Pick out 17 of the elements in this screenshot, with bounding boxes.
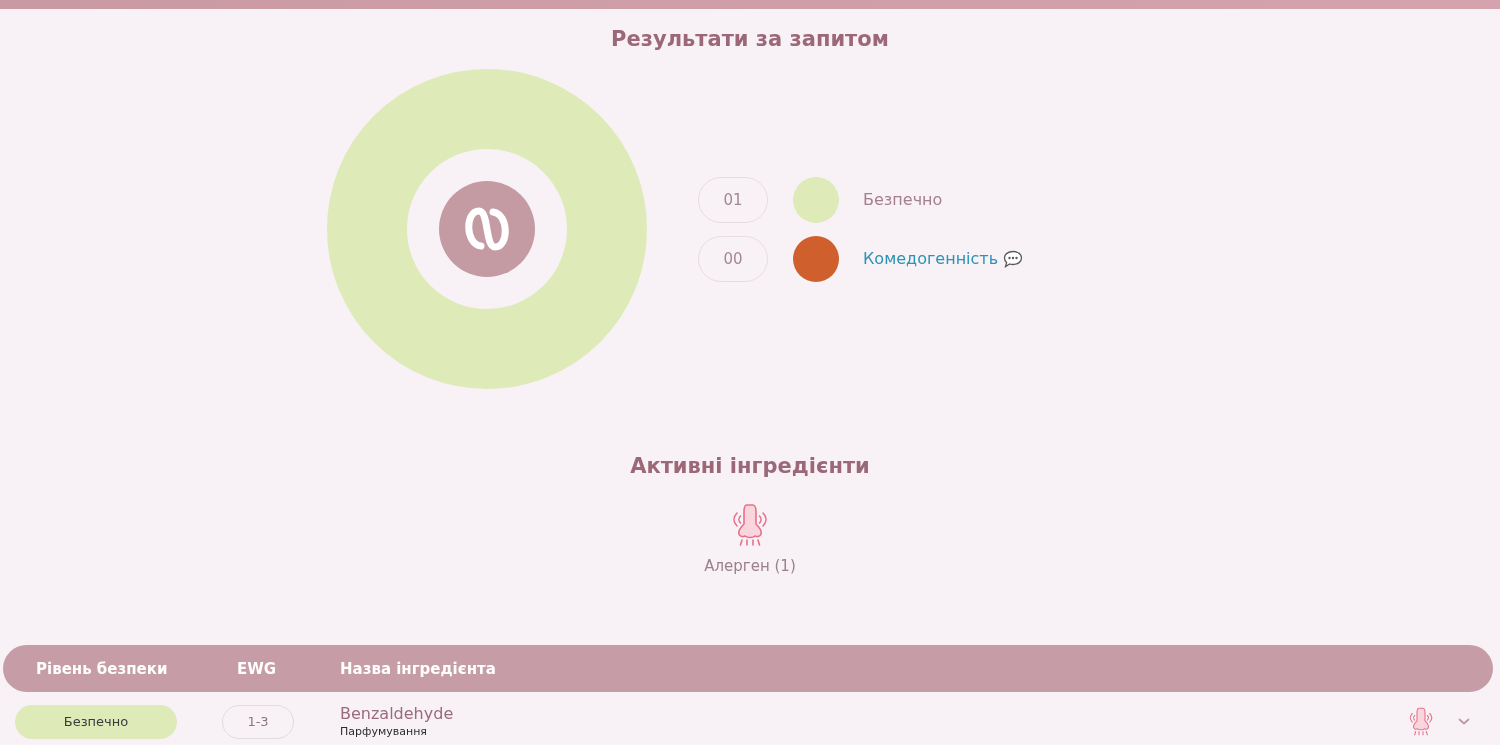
chevron-icon[interactable]	[1458, 718, 1470, 725]
column-header: EWG	[237, 659, 277, 678]
column-header: Назва інгредієнта	[340, 659, 496, 678]
legend-label: Безпечно	[863, 190, 943, 209]
column-header: Рівень безпеки	[36, 659, 168, 678]
ingredient-name: Benzaldehyde	[340, 704, 455, 724]
nose-icon	[732, 502, 768, 548]
count-pill: 01	[698, 176, 768, 223]
ingredient-function: Парфумування	[340, 724, 428, 739]
section-title: Активні інгредієнти	[629, 453, 871, 480]
active-ingredient-label: Алерген (1)	[704, 556, 796, 576]
results-title: Результати за запитом	[610, 26, 890, 53]
nose-icon	[1409, 706, 1433, 737]
legend-link[interactable]: Комедогенність	[863, 249, 999, 268]
logo-icon	[439, 181, 535, 277]
count-pill: 00	[698, 235, 768, 282]
safety-badge: Безпечно	[15, 704, 177, 739]
